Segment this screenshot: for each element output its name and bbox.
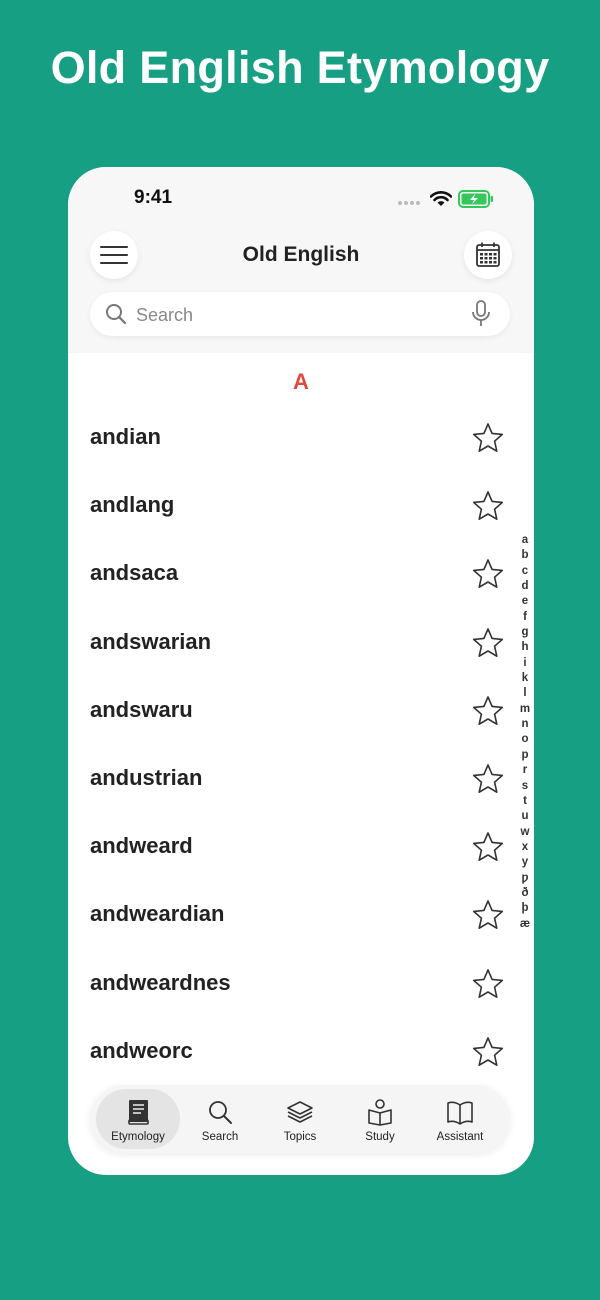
index-letter[interactable]: l — [523, 686, 526, 701]
signal-dot — [404, 201, 408, 205]
section-header-letter: A — [293, 369, 309, 394]
word-list: andian andlang andsaca andswarian andswa… — [68, 404, 534, 1086]
index-letter[interactable]: f — [523, 610, 527, 625]
index-letter[interactable]: h — [521, 640, 528, 655]
tab-topics[interactable]: Topics — [258, 1089, 342, 1149]
tab-label: Topics — [283, 1131, 317, 1143]
word-label: andweardnes — [90, 969, 231, 995]
index-letter[interactable]: k — [522, 671, 528, 686]
index-letter[interactable]: x — [522, 840, 528, 855]
word-label: andian — [90, 424, 161, 449]
search-icon — [106, 304, 127, 325]
word-label: andustrian — [90, 764, 203, 790]
alphabet-index[interactable]: a b c d e f g h i k l m n o p r s t u w … — [516, 533, 534, 932]
star-icon[interactable] — [472, 968, 504, 1000]
tab-label: Etymology — [111, 1131, 165, 1143]
index-letter[interactable]: ƿ — [521, 871, 528, 886]
index-letter[interactable]: c — [522, 564, 528, 579]
star-icon[interactable] — [472, 422, 504, 454]
index-letter[interactable]: b — [521, 548, 528, 563]
star-icon[interactable] — [472, 490, 504, 522]
index-letter[interactable]: p — [521, 748, 528, 763]
calendar-icon — [476, 242, 500, 267]
star-icon[interactable] — [472, 763, 504, 795]
index-letter[interactable]: g — [521, 625, 528, 640]
search-bar[interactable] — [90, 292, 510, 338]
index-letter[interactable]: s — [522, 779, 528, 794]
list-item[interactable]: andswaru — [68, 677, 534, 745]
word-label: andswarian — [90, 628, 212, 654]
calendar-button[interactable] — [464, 231, 512, 279]
list-item[interactable]: andweard — [68, 813, 534, 881]
index-letter[interactable]: æ — [520, 917, 530, 932]
microphone-icon[interactable] — [468, 300, 494, 328]
search-input[interactable] — [134, 292, 458, 338]
signal-dot — [410, 201, 414, 205]
tab-label: Search — [201, 1131, 239, 1143]
reader-icon — [368, 1099, 392, 1126]
star-icon[interactable] — [472, 831, 504, 863]
index-letter[interactable]: r — [523, 763, 527, 778]
index-letter[interactable]: w — [521, 825, 530, 840]
index-letter[interactable]: d — [521, 579, 528, 594]
signal-dot — [416, 201, 420, 205]
index-letter[interactable]: t — [523, 794, 527, 809]
tab-search[interactable]: Search — [178, 1089, 262, 1149]
word-label: andweorc — [90, 1037, 193, 1063]
index-letter[interactable]: y — [522, 855, 528, 870]
list-item[interactable]: andweardnes — [68, 950, 534, 1018]
word-label: andswaru — [90, 696, 193, 722]
star-icon[interactable] — [472, 558, 504, 590]
index-letter[interactable]: a — [522, 533, 528, 548]
star-icon[interactable] — [472, 695, 504, 727]
index-letter[interactable]: e — [522, 594, 528, 609]
search-icon — [209, 1101, 232, 1124]
layers-icon — [287, 1101, 313, 1123]
list-item[interactable]: andlang — [68, 472, 534, 540]
star-icon[interactable] — [472, 1036, 504, 1068]
status-icons — [398, 189, 498, 209]
list-item[interactable]: andswarian — [68, 609, 534, 677]
wifi-icon — [430, 191, 452, 206]
status-time: 9:41 — [134, 187, 173, 208]
star-icon[interactable] — [472, 627, 504, 659]
index-letter[interactable]: u — [521, 809, 528, 824]
word-label: andweard — [90, 833, 193, 859]
list-item[interactable]: andweardian — [68, 881, 534, 949]
signal-dot — [398, 201, 402, 205]
open-book-icon — [447, 1101, 473, 1125]
index-letter[interactable]: o — [521, 732, 528, 747]
tab-study[interactable]: Study — [338, 1089, 422, 1149]
list-item[interactable]: andweorc — [68, 1018, 534, 1086]
battery-icon — [458, 190, 493, 208]
word-label: andweardian — [90, 901, 225, 927]
list-item[interactable]: andian — [68, 404, 534, 472]
list-item[interactable]: andustrian — [68, 745, 534, 813]
tab-label: Study — [365, 1131, 395, 1143]
index-letter[interactable]: þ — [521, 901, 528, 916]
word-label: andsaca — [90, 560, 179, 586]
promo-headline: Old English Etymology — [50, 42, 550, 93]
index-letter[interactable]: n — [521, 717, 528, 732]
tab-etymology[interactable]: Etymology — [96, 1089, 180, 1149]
index-letter[interactable]: i — [523, 656, 526, 671]
tab-assistant[interactable]: Assistant — [418, 1089, 502, 1149]
index-letter[interactable]: m — [520, 702, 530, 717]
word-label: andlang — [90, 492, 175, 518]
star-icon[interactable] — [472, 899, 504, 931]
phone-screen: 9:41 Old English Search A andian andlang… — [68, 167, 534, 1175]
tab-bar: Etymology Search Topics Study Assistant — [90, 1085, 510, 1153]
index-letter[interactable]: ð — [521, 886, 528, 901]
tab-label: Assistant — [436, 1131, 484, 1143]
list-item[interactable]: andsaca — [68, 540, 534, 608]
book-icon — [128, 1100, 149, 1125]
header-area: 9:41 Old English Search — [68, 167, 534, 353]
